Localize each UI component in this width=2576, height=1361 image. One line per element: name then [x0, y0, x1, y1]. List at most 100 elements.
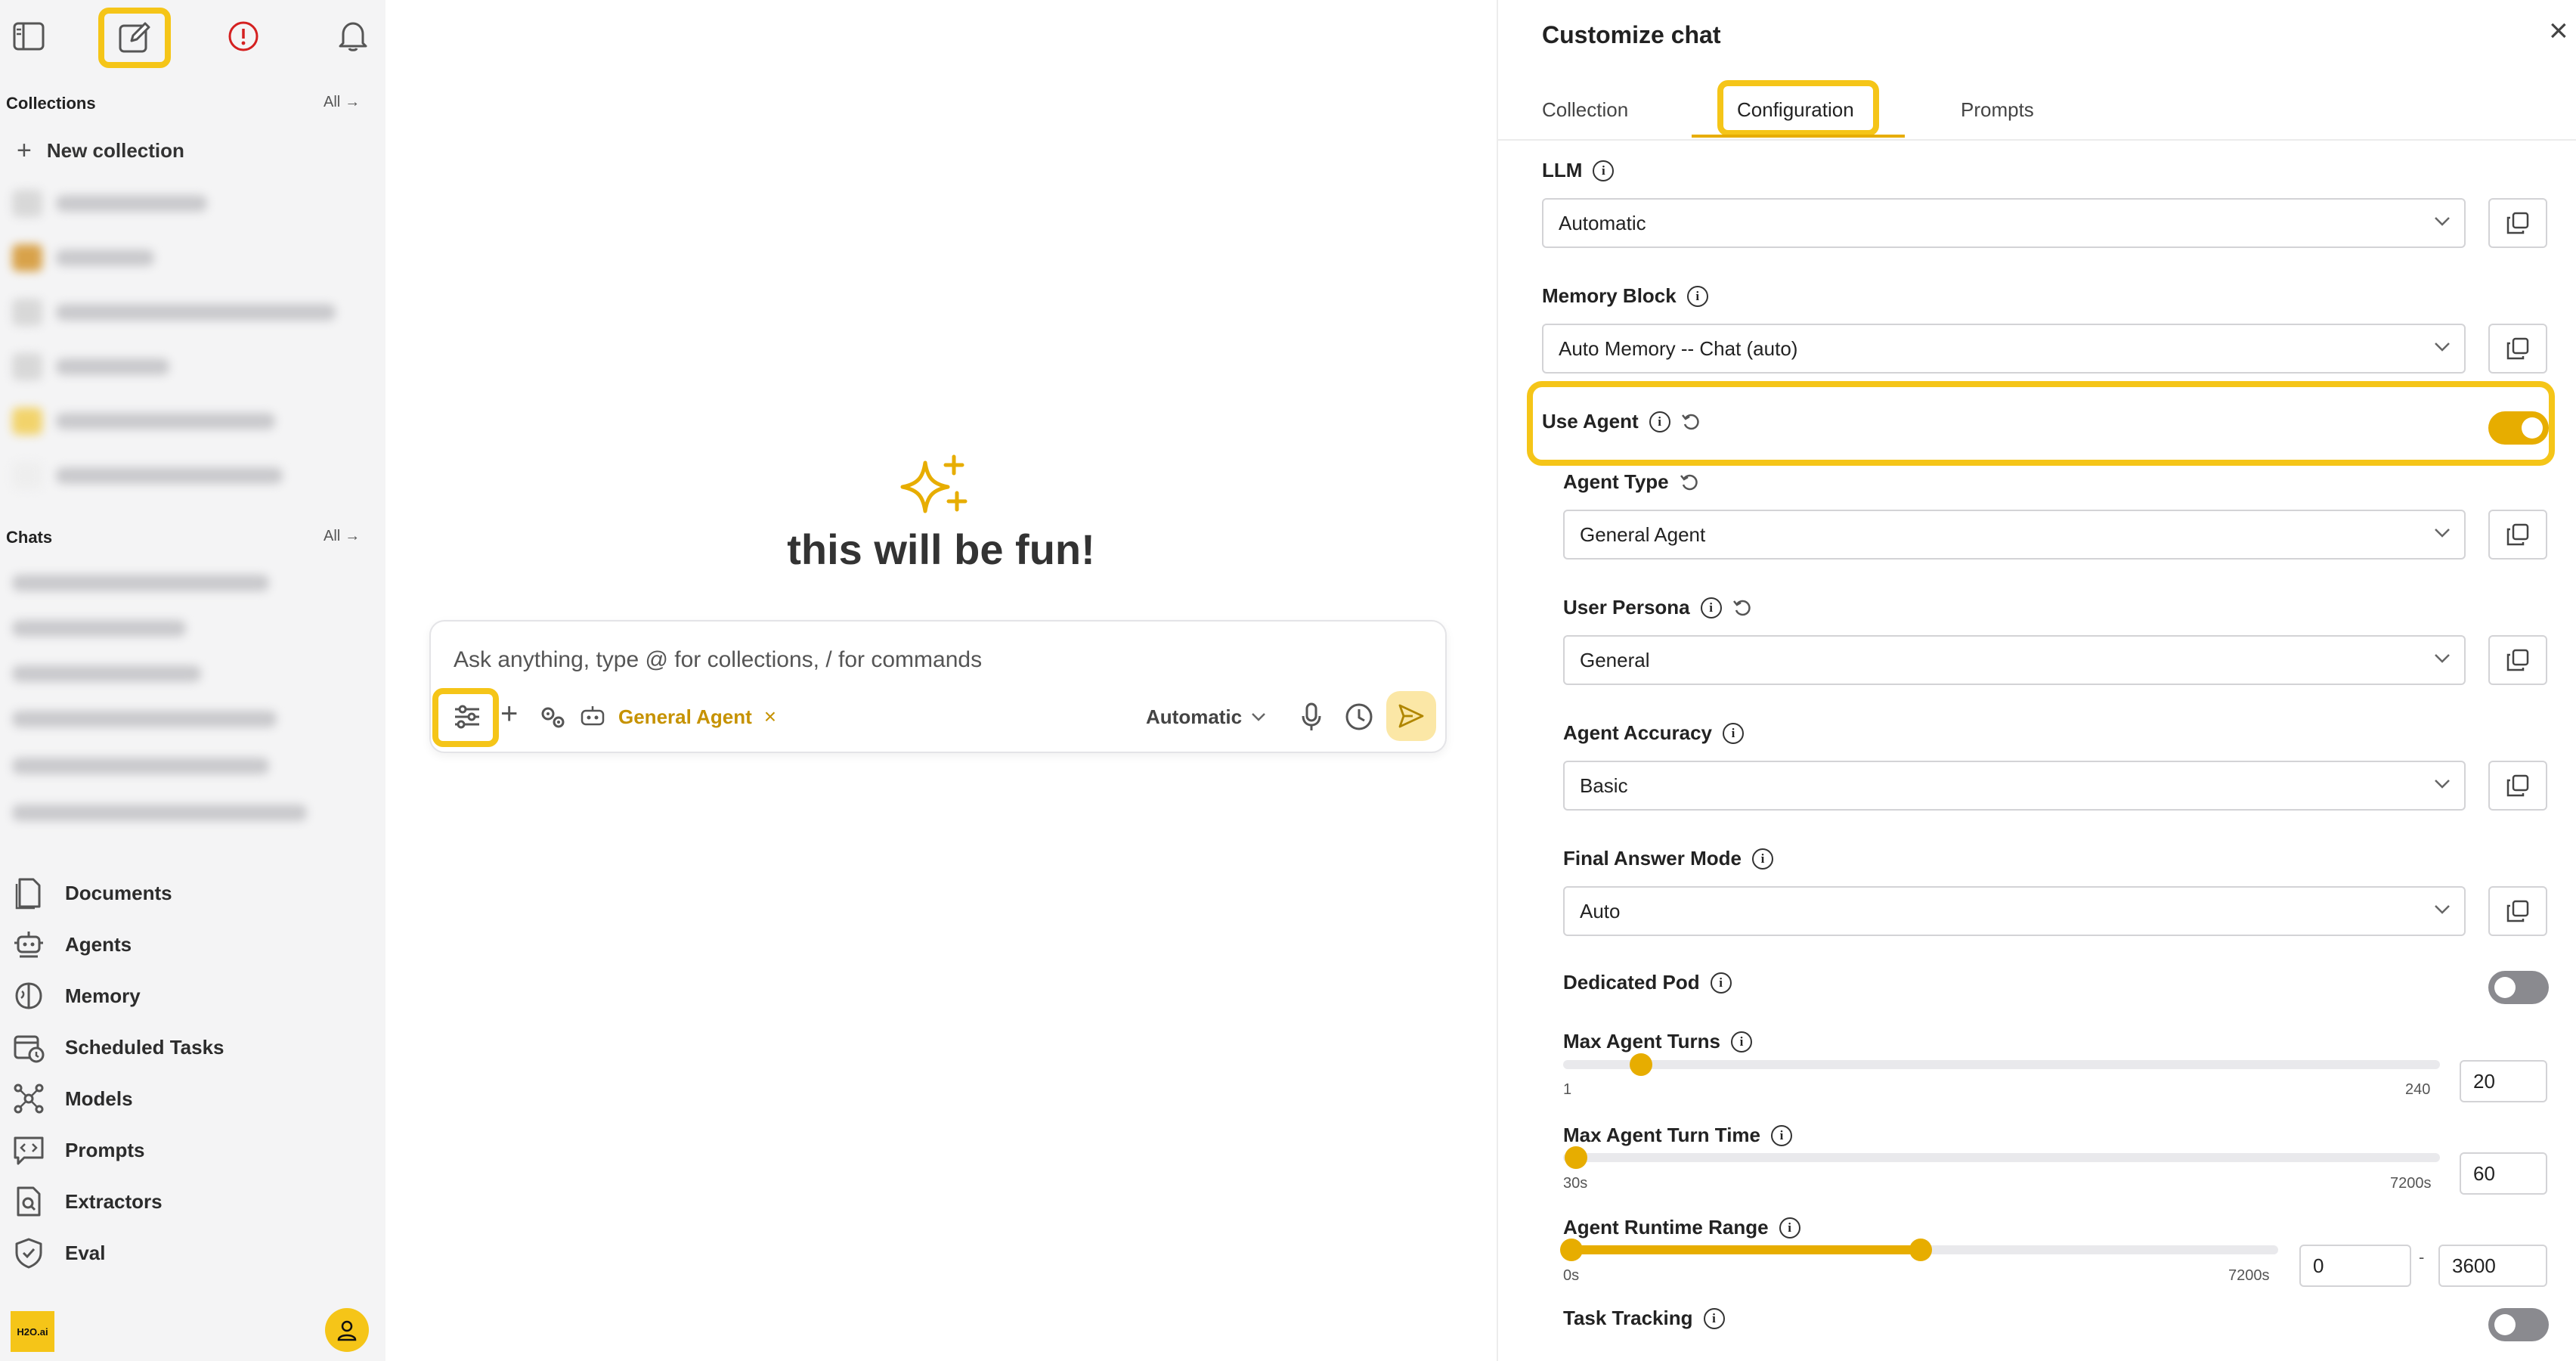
chevron-down-icon	[2435, 780, 2450, 789]
chevron-down-icon	[2435, 343, 2450, 352]
collection-item[interactable]	[12, 189, 207, 218]
turn-time-input[interactable]: 60	[2460, 1152, 2547, 1195]
max-turns-slider-thumb[interactable]	[1630, 1053, 1652, 1076]
alert-icon[interactable]	[227, 20, 260, 53]
agent-type-select[interactable]: General Agent	[1563, 510, 2466, 560]
tab-collection[interactable]: Collection	[1542, 98, 1628, 122]
turn-time-slider-thumb[interactable]	[1565, 1146, 1587, 1169]
nav-eval-label: Eval	[65, 1241, 106, 1264]
clock-icon[interactable]	[1344, 702, 1374, 732]
nav-extractors[interactable]: Extractors	[12, 1183, 163, 1220]
memory-block-select[interactable]: Auto Memory -- Chat (auto)	[1542, 324, 2466, 374]
info-icon[interactable]: i	[1731, 1031, 1753, 1053]
nav-models[interactable]: Models	[12, 1080, 133, 1118]
nav-agents[interactable]: Agents	[12, 925, 132, 963]
final-answer-mode-value: Auto	[1580, 899, 1621, 922]
task-tracking-toggle[interactable]	[2488, 1308, 2549, 1341]
info-icon[interactable]: i	[1703, 1307, 1725, 1329]
close-icon[interactable]: ×	[2549, 12, 2568, 50]
llm-copy-button[interactable]	[2488, 198, 2547, 248]
info-icon[interactable]: i	[1686, 285, 1708, 307]
collection-item[interactable]	[12, 352, 169, 381]
turn-time-slider-track[interactable]	[1563, 1153, 2440, 1162]
bell-icon[interactable]	[337, 20, 369, 53]
info-icon[interactable]: i	[1723, 722, 1744, 744]
chats-label: Chats	[6, 528, 53, 547]
send-button[interactable]	[1386, 691, 1436, 741]
info-icon[interactable]: i	[1771, 1124, 1792, 1146]
runtime-slider-min-thumb[interactable]	[1560, 1239, 1583, 1261]
info-icon[interactable]: i	[1751, 848, 1773, 870]
model-select[interactable]: Automatic	[1146, 700, 1266, 733]
final-answer-mode-select[interactable]: Auto	[1563, 886, 2466, 936]
close-icon[interactable]: ×	[764, 705, 776, 729]
sliders-icon[interactable]	[452, 702, 482, 732]
task-tracking-label: Task Tracking i	[1563, 1307, 1725, 1330]
chats-all-link[interactable]: All →	[324, 528, 360, 545]
runtime-separator: -	[2419, 1248, 2425, 1266]
agent-accuracy-select[interactable]: Basic	[1563, 761, 2466, 811]
reset-icon[interactable]	[1681, 412, 1701, 432]
send-icon	[1398, 704, 1424, 728]
chat-item[interactable]	[12, 798, 307, 827]
max-agent-turns-label-text: Max Agent Turns	[1563, 1030, 1721, 1053]
chat-item[interactable]	[12, 659, 201, 688]
info-icon[interactable]: i	[1700, 597, 1722, 618]
info-icon[interactable]: i	[1649, 411, 1670, 432]
llm-select[interactable]: Automatic	[1542, 198, 2466, 248]
tab-prompts[interactable]: Prompts	[1961, 98, 2034, 122]
runtime-low-input[interactable]: 0	[2299, 1245, 2411, 1287]
collection-item[interactable]	[12, 461, 283, 490]
agent-chip[interactable]: General Agent ×	[579, 700, 776, 733]
reset-icon[interactable]	[1732, 598, 1752, 618]
collection-item[interactable]	[12, 407, 275, 436]
user-persona-select[interactable]: General	[1563, 635, 2466, 685]
mic-icon[interactable]	[1300, 702, 1323, 732]
user-avatar[interactable]	[325, 1308, 369, 1352]
persona-copy-button[interactable]	[2488, 635, 2547, 685]
dedicated-pod-toggle[interactable]	[2488, 971, 2549, 1004]
info-icon[interactable]: i	[1779, 1217, 1800, 1239]
sidebar-toggle-icon[interactable]	[12, 21, 45, 51]
memory-copy-button[interactable]	[2488, 324, 2547, 374]
chat-item[interactable]	[12, 752, 269, 780]
final-mode-copy-button[interactable]	[2488, 886, 2547, 936]
nav-agents-label: Agents	[65, 932, 132, 956]
runtime-slider-max-thumb[interactable]	[1909, 1239, 1932, 1261]
chat-item[interactable]	[12, 705, 277, 733]
add-plus-icon[interactable]: +	[500, 697, 518, 731]
agent-type-label: Agent Type	[1563, 470, 1699, 494]
nav-prompts[interactable]: Prompts	[12, 1131, 144, 1169]
tab-configuration[interactable]: Configuration	[1737, 98, 1854, 122]
info-icon[interactable]: i	[1593, 160, 1615, 181]
agent-type-copy-button[interactable]	[2488, 510, 2547, 560]
new-collection-button[interactable]: + New collection	[17, 136, 184, 166]
collection-item[interactable]	[12, 243, 154, 272]
collection-item[interactable]	[12, 298, 336, 327]
chat-item[interactable]	[12, 569, 269, 597]
nav-scheduled-tasks[interactable]: Scheduled Tasks	[12, 1028, 224, 1066]
tools-icon[interactable]	[540, 705, 567, 730]
accuracy-copy-button[interactable]	[2488, 761, 2547, 811]
network-icon	[14, 1084, 44, 1114]
runtime-high-input[interactable]: 3600	[2438, 1245, 2547, 1287]
dedicated-pod-label: Dedicated Pod i	[1563, 971, 1732, 994]
user-persona-label: User Persona i	[1563, 596, 1752, 619]
nav-documents[interactable]: Documents	[12, 874, 172, 912]
collections-all-link[interactable]: All →	[324, 94, 360, 111]
agent-accuracy-label-text: Agent Accuracy	[1563, 721, 1712, 744]
model-select-label: Automatic	[1146, 705, 1243, 728]
new-chat-icon[interactable]	[118, 21, 151, 54]
use-agent-toggle[interactable]	[2488, 411, 2549, 445]
info-icon[interactable]: i	[1710, 972, 1732, 994]
plus-icon: +	[17, 136, 32, 165]
nav-memory[interactable]: Memory	[12, 977, 141, 1015]
agent-accuracy-value: Basic	[1580, 774, 1628, 797]
max-turns-input[interactable]: 20	[2460, 1060, 2547, 1102]
max-turns-slider-track[interactable]	[1563, 1060, 2440, 1069]
chat-item[interactable]	[12, 614, 186, 643]
reset-icon[interactable]	[1680, 473, 1699, 492]
llm-select-value: Automatic	[1559, 211, 1646, 234]
chat-input[interactable]: Ask anything, type @ for collections, / …	[454, 647, 982, 673]
nav-eval[interactable]: Eval	[12, 1234, 106, 1272]
